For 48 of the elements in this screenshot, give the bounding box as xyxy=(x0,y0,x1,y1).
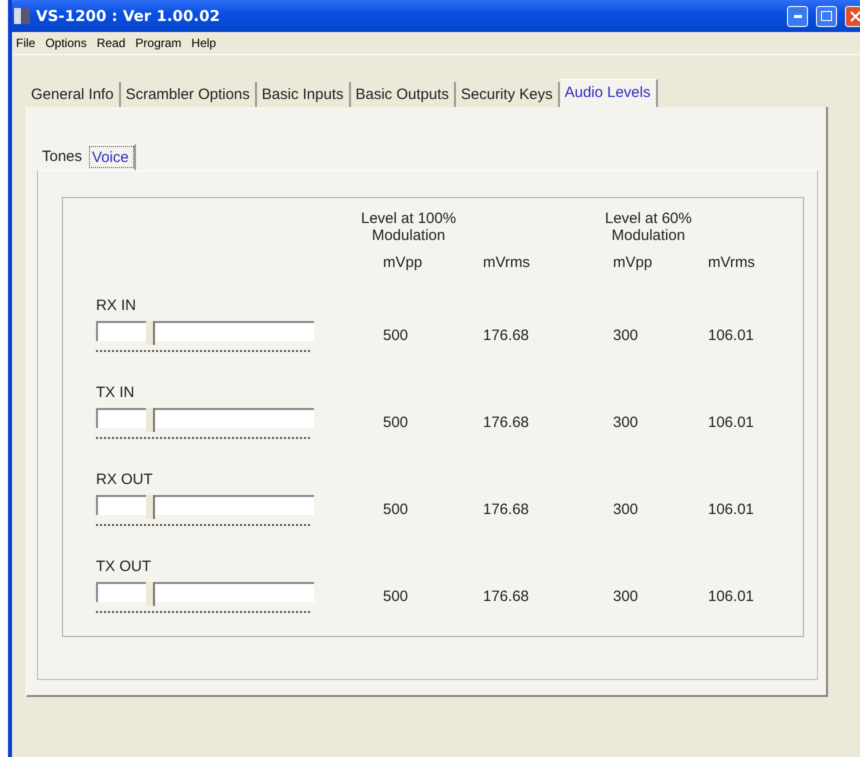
slider-thumb[interactable] xyxy=(146,495,155,519)
menu-item[interactable]: Options xyxy=(45,36,87,50)
value-cell-text: 300 xyxy=(613,501,640,520)
value-cell-text: 500 xyxy=(383,501,410,520)
menu-item[interactable]: Help xyxy=(191,36,216,50)
menu-item[interactable]: Program xyxy=(135,36,182,50)
tab[interactable]: Scrambler Options xyxy=(120,82,257,107)
value-cell-text: 106.01 xyxy=(708,414,755,433)
tab[interactable]: Tones xyxy=(37,144,88,170)
close-button[interactable] xyxy=(845,6,860,26)
value-cell-text: 176.68 xyxy=(483,414,530,433)
value-cell-text: 300 xyxy=(613,414,640,433)
value-cell-text: 176.68 xyxy=(483,501,530,520)
column-group-header: Level at 60% Modulation xyxy=(605,210,692,244)
tab[interactable]: Basic Outputs xyxy=(350,82,456,107)
window-title: VS-1200 : Ver 1.00.02 xyxy=(36,7,221,25)
value-cell-text: 500 xyxy=(383,327,410,346)
value-cell-text: 106.01 xyxy=(708,588,755,607)
column-header: mVrms xyxy=(483,254,531,271)
channel-label: TX OUT xyxy=(96,558,151,577)
value-cell-text: 176.68 xyxy=(483,327,530,346)
menu-item[interactable]: File xyxy=(16,36,36,50)
tab[interactable]: Audio Levels xyxy=(560,79,658,107)
minimize-icon xyxy=(794,14,802,18)
value-cell-text: 106.01 xyxy=(708,501,755,520)
value-cell-text: 500 xyxy=(383,414,410,433)
channel-label: RX IN xyxy=(96,297,136,316)
value-cell-text: 106.01 xyxy=(708,327,755,346)
column-header: mVpp xyxy=(613,254,654,271)
value-cell-text: 176.68 xyxy=(483,588,530,607)
column-header: mVrms xyxy=(708,254,756,271)
column-group-header: Level at 100% Modulation xyxy=(361,210,456,244)
column-header: mVpp xyxy=(383,254,424,271)
app-icon xyxy=(14,8,30,24)
channel-label: TX IN xyxy=(96,384,134,403)
value-cell-text: 500 xyxy=(383,588,410,607)
close-icon xyxy=(850,10,860,22)
minimize-button[interactable] xyxy=(787,6,808,26)
slider-thumb[interactable] xyxy=(146,582,155,606)
value-cell-text: 300 xyxy=(613,327,640,346)
channel-label: RX OUT xyxy=(96,471,153,490)
maximize-button[interactable] xyxy=(816,6,837,26)
menu-item[interactable]: Read xyxy=(96,36,126,50)
tab[interactable]: Voice xyxy=(87,144,136,170)
value-cell-text: 300 xyxy=(613,588,640,607)
slider-thumb[interactable] xyxy=(146,321,155,345)
maximize-icon xyxy=(821,11,832,21)
slider-thumb[interactable] xyxy=(146,408,155,432)
